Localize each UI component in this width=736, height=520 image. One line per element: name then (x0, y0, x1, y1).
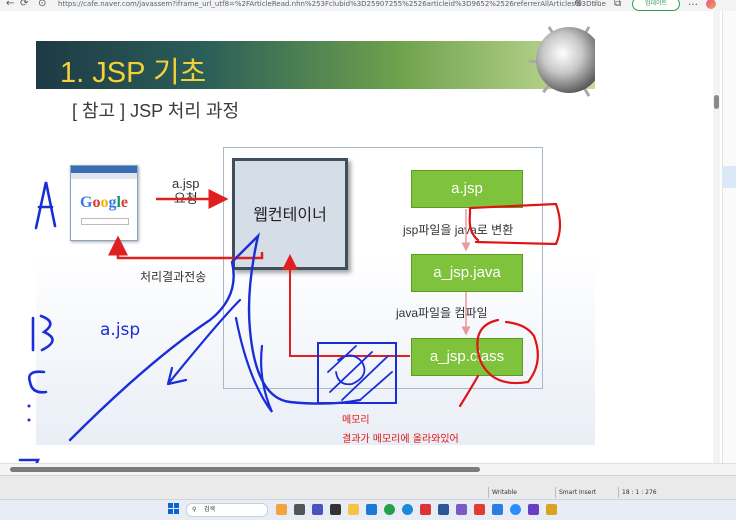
handwritten-a-jsp-label: a.jsp (100, 320, 140, 340)
horizontal-scroll-thumb[interactable] (10, 467, 480, 472)
handwritten-letter-c (28, 370, 48, 394)
handwritten-dot (27, 404, 31, 408)
memory-label: 메모리 (342, 414, 370, 426)
memory-hatch (327, 345, 393, 401)
taskbar-search-label: 검색 (204, 506, 216, 513)
app-icon[interactable] (420, 504, 431, 515)
app-icon[interactable] (474, 504, 485, 515)
class-to-container-arrow (282, 254, 410, 357)
handwritten-class-circle (476, 318, 539, 385)
app-icon[interactable] (492, 504, 503, 515)
memory-note: 결과가 메모리에 올라와있어 (342, 433, 459, 445)
annotation-overlay: a.jsp 메모리 결과가 메모리에 올라와있어 (18, 181, 562, 498)
handwritten-dot (27, 418, 31, 422)
zoom-app-icon[interactable] (510, 504, 521, 515)
search-icon: ⚲ (192, 506, 197, 513)
chrome-icon[interactable] (384, 504, 395, 515)
windows-start-icon[interactable] (168, 503, 180, 515)
app-icon[interactable] (546, 504, 557, 515)
store-icon[interactable] (366, 504, 377, 515)
handwritten-loop-stroke (234, 316, 274, 413)
terminal-icon[interactable] (330, 504, 341, 515)
task-view-icon[interactable] (294, 504, 305, 515)
app-icon[interactable] (528, 504, 539, 515)
status-cursor-position: 18 : 1 : 276 (618, 487, 657, 498)
handwritten-letter-a (34, 181, 57, 230)
teams-icon[interactable] (312, 504, 323, 515)
handwritten-letter-b (31, 314, 54, 352)
memory-box (317, 342, 397, 404)
word-icon[interactable] (438, 504, 449, 515)
edge-icon[interactable] (402, 504, 413, 515)
status-insert-mode: Smart Insert (555, 487, 596, 498)
app-icon[interactable] (456, 504, 467, 515)
handwritten-java-circle (468, 202, 562, 246)
status-write-mode: Writable (488, 487, 517, 498)
file-explorer-icon[interactable] (348, 504, 359, 515)
handwritten-red-stroke (458, 374, 480, 408)
taskbar-search[interactable]: ⚲ 검색 (186, 503, 268, 517)
taskbar: ⚲ 검색 (0, 499, 736, 520)
status-bar: Writable Smart Insert 18 : 1 : 276 (0, 475, 736, 500)
app-icon[interactable] (276, 504, 287, 515)
